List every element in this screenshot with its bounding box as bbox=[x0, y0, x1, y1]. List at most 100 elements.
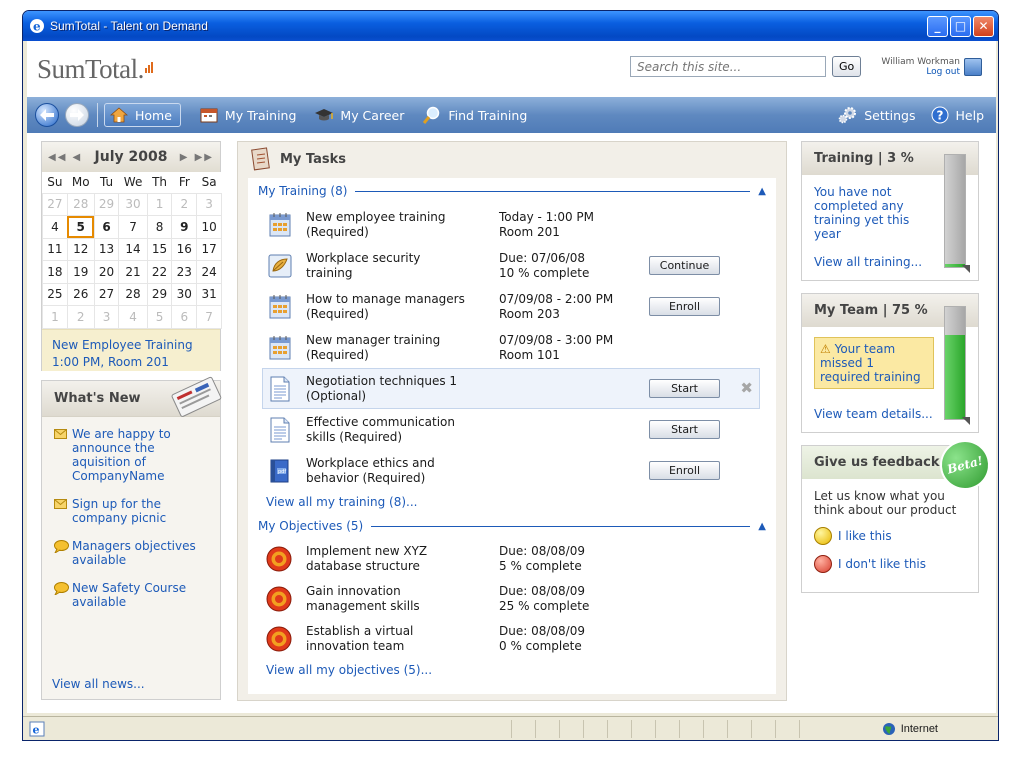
training-action-button[interactable]: Enroll bbox=[649, 297, 720, 316]
training-name[interactable]: Negotiation techniques 1 (Optional) bbox=[306, 374, 499, 404]
objective-row[interactable]: Establish a virtual innovation team Due: 0… bbox=[248, 619, 776, 659]
calendar-day[interactable]: 23 bbox=[171, 260, 198, 284]
calendar-day[interactable]: 18 bbox=[42, 260, 68, 284]
sumtotal-logo[interactable]: SumTotal. bbox=[37, 54, 153, 85]
calendar-day[interactable]: 14 bbox=[118, 237, 148, 261]
training-row[interactable]: Negotiation techniques 1 (Optional) Start ✖ bbox=[262, 368, 760, 409]
calendar-day[interactable]: 13 bbox=[93, 237, 120, 261]
calendar-day[interactable]: 1 bbox=[146, 192, 173, 216]
news-item[interactable]: Managers objectives available bbox=[53, 539, 210, 567]
view-all-training-box-link[interactable]: View all training... bbox=[814, 255, 928, 269]
objective-row[interactable]: Implement new XYZ database structure Due: … bbox=[248, 539, 776, 579]
view-team-details-link[interactable]: View team details... bbox=[814, 407, 934, 421]
view-all-training-link[interactable]: View all my training (8)... bbox=[248, 491, 776, 513]
calendar-day[interactable]: 29 bbox=[93, 192, 120, 216]
calendar-day[interactable]: 5 bbox=[146, 305, 173, 329]
search-input[interactable] bbox=[630, 56, 826, 77]
training-name[interactable]: Effective communication skills (Required) bbox=[306, 415, 499, 445]
calendar-day[interactable]: 10 bbox=[196, 215, 222, 239]
training-row[interactable]: How to manage managers (Required) 07/09/08… bbox=[248, 286, 776, 327]
training-row[interactable]: Effective communication skills (Required)… bbox=[248, 409, 776, 450]
prev-month-icon[interactable]: ◀◀ ◀ bbox=[48, 152, 82, 163]
calendar-day[interactable]: 15 bbox=[146, 237, 173, 261]
news-item[interactable]: Sign up for the company picnic bbox=[54, 497, 210, 525]
forward-button[interactable] bbox=[65, 103, 89, 127]
user-profile-icon[interactable] bbox=[964, 58, 982, 76]
calendar-day[interactable]: 31 bbox=[196, 282, 222, 306]
calendar-day[interactable]: 3 bbox=[196, 192, 222, 216]
calendar-day[interactable]: 24 bbox=[196, 260, 222, 284]
like-link[interactable]: I like this bbox=[814, 527, 966, 545]
calendar-day[interactable]: 28 bbox=[118, 282, 148, 306]
training-action-button[interactable]: Enroll bbox=[649, 461, 720, 480]
collapse-caret-icon[interactable]: ▲ bbox=[758, 186, 766, 197]
training-action-button[interactable]: Start bbox=[649, 420, 720, 439]
calendar-day[interactable]: 28 bbox=[66, 192, 95, 216]
training-row[interactable]: New manager training (Required) 07/09/08 -… bbox=[248, 327, 776, 368]
view-all-news-link[interactable]: View all news... bbox=[52, 677, 145, 691]
objective-row[interactable]: Gain innovation management skills Due: 08/… bbox=[248, 579, 776, 619]
training-row[interactable]: Workplace security training Due: 07/06/08 1… bbox=[248, 245, 776, 286]
calendar-day[interactable]: 2 bbox=[66, 305, 95, 329]
minimize-button[interactable]: _ bbox=[927, 15, 948, 37]
nav-home[interactable]: Home bbox=[104, 103, 181, 127]
calendar-day[interactable]: 16 bbox=[171, 237, 198, 261]
calendar-day[interactable]: 12 bbox=[66, 237, 95, 261]
calendar-day[interactable]: 30 bbox=[171, 282, 198, 306]
objective-name[interactable]: Establish a virtual innovation team bbox=[306, 624, 499, 654]
calendar-day[interactable]: 21 bbox=[118, 260, 148, 284]
calendar-day[interactable]: 6 bbox=[171, 305, 198, 329]
calendar-day[interactable]: 27 bbox=[42, 192, 68, 216]
nav-my-training[interactable]: My Training bbox=[199, 106, 296, 124]
calendar-day[interactable]: 8 bbox=[146, 215, 173, 239]
calendar-day[interactable]: 2 bbox=[171, 192, 198, 216]
training-row[interactable]: pdf Workplace ethics and behavior (Require… bbox=[248, 450, 776, 491]
calendar-day[interactable]: 20 bbox=[93, 260, 120, 284]
my-objectives-section-header[interactable]: My Objectives (5) ▲ bbox=[248, 513, 776, 539]
calendar-day[interactable]: 3 bbox=[93, 305, 120, 329]
my-training-section-header[interactable]: My Training (8) ▲ bbox=[248, 178, 776, 204]
next-month-icon[interactable]: ▶ ▶▶ bbox=[180, 152, 214, 163]
training-name[interactable]: How to manage managers (Required) bbox=[306, 292, 499, 322]
nav-find-training[interactable]: Find Training bbox=[422, 106, 527, 124]
collapse-caret-icon[interactable]: ▲ bbox=[758, 521, 766, 532]
nav-settings[interactable]: Settings bbox=[838, 106, 916, 124]
calendar-day[interactable]: 6 bbox=[93, 215, 120, 239]
back-button[interactable] bbox=[35, 103, 59, 127]
training-action-button[interactable]: Start bbox=[649, 379, 720, 398]
dislike-link[interactable]: I don't like this bbox=[814, 555, 966, 573]
calendar-day[interactable]: 25 bbox=[42, 282, 68, 306]
calendar-day[interactable]: 19 bbox=[66, 260, 95, 284]
calendar-day[interactable]: 17 bbox=[196, 237, 222, 261]
nav-help[interactable]: ? Help bbox=[930, 106, 984, 124]
training-row[interactable]: New employee training (Required) Today - 1… bbox=[248, 204, 776, 245]
calendar-day[interactable]: 4 bbox=[42, 215, 68, 239]
view-all-objectives-link[interactable]: View all my objectives (5)... bbox=[248, 659, 776, 681]
go-button[interactable]: Go bbox=[832, 56, 862, 77]
calendar-day[interactable]: 30 bbox=[118, 192, 148, 216]
objective-name[interactable]: Implement new XYZ database structure bbox=[306, 544, 499, 574]
calendar-day[interactable]: 5 bbox=[66, 215, 95, 239]
calendar-day[interactable]: 26 bbox=[66, 282, 95, 306]
news-item[interactable]: New Safety Course available bbox=[53, 581, 210, 609]
calendar-event[interactable]: New Employee Training 1:00 PM, Room 201 bbox=[42, 328, 220, 371]
calendar-day[interactable]: 22 bbox=[146, 260, 173, 284]
dismiss-x-icon[interactable]: ✖ bbox=[740, 381, 753, 396]
calendar-day[interactable]: 7 bbox=[196, 305, 222, 329]
training-name[interactable]: New employee training (Required) bbox=[306, 210, 499, 240]
maximize-button[interactable]: □ bbox=[950, 15, 971, 37]
close-button[interactable]: ✕ bbox=[973, 15, 994, 37]
logout-link[interactable]: Log out bbox=[926, 67, 960, 77]
training-name[interactable]: Workplace security training bbox=[306, 251, 499, 281]
nav-my-career[interactable]: My Career bbox=[314, 106, 404, 124]
calendar-day[interactable]: 9 bbox=[171, 215, 198, 239]
calendar-day[interactable]: 1 bbox=[42, 305, 68, 329]
calendar-day[interactable]: 4 bbox=[118, 305, 148, 329]
calendar-day[interactable]: 29 bbox=[146, 282, 173, 306]
calendar-day[interactable]: 7 bbox=[118, 215, 148, 239]
training-name[interactable]: New manager training (Required) bbox=[306, 333, 499, 363]
objective-name[interactable]: Gain innovation management skills bbox=[306, 584, 499, 614]
team-alert[interactable]: ⚠ Your team missed 1 required training bbox=[814, 337, 934, 389]
calendar-day[interactable]: 27 bbox=[93, 282, 120, 306]
calendar-day[interactable]: 11 bbox=[42, 237, 68, 261]
